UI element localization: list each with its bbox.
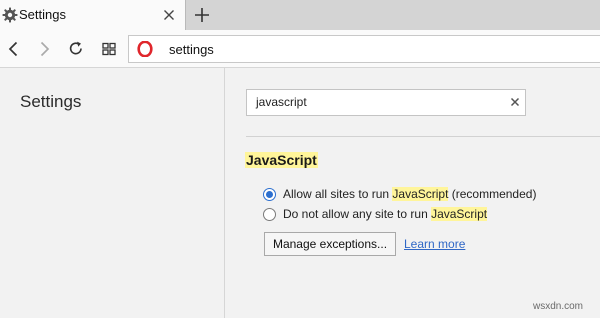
tab-strip: Settings <box>0 0 600 30</box>
close-icon[interactable] <box>160 6 178 24</box>
watermark: wsxdn.com <box>533 301 584 312</box>
toolbar: settings <box>0 30 600 68</box>
new-tab-icon[interactable] <box>192 5 212 25</box>
reload-icon[interactable] <box>66 39 86 59</box>
tab-title: Settings <box>19 7 66 22</box>
address-bar[interactable]: settings <box>128 35 600 63</box>
tab-settings[interactable]: Settings <box>0 0 186 30</box>
section-title: JavaScript <box>245 152 318 168</box>
forward-icon[interactable] <box>34 39 54 59</box>
opera-logo-icon <box>137 41 153 57</box>
gear-icon <box>2 7 18 23</box>
radio-label: Do not allow any site to run JavaScript <box>283 207 488 221</box>
search-highlight: JavaScript <box>431 207 488 221</box>
back-icon[interactable] <box>4 39 24 59</box>
radio-button-checked[interactable] <box>263 187 276 201</box>
sidebar: Settings <box>0 68 225 318</box>
radio-label: Allow all sites to run JavaScript (recom… <box>283 187 537 201</box>
divider <box>246 136 600 137</box>
radio-block-javascript[interactable]: Do not allow any site to run JavaScript <box>263 205 488 223</box>
search-input[interactable]: javascript <box>246 89 526 116</box>
radio-button-unchecked[interactable] <box>263 207 276 221</box>
speed-dial-icon[interactable] <box>99 39 119 59</box>
search-value: javascript <box>256 95 307 109</box>
sidebar-title: Settings <box>20 92 82 111</box>
url-text: settings <box>169 42 214 57</box>
settings-main: javascript JavaScript Allow all sites to… <box>226 68 600 318</box>
clear-search-icon[interactable] <box>509 96 521 108</box>
manage-exceptions-button[interactable]: Manage exceptions... <box>264 232 396 256</box>
radio-allow-javascript[interactable]: Allow all sites to run JavaScript (recom… <box>263 185 536 203</box>
search-highlight: JavaScript <box>392 187 449 201</box>
learn-more-link[interactable]: Learn more <box>404 237 465 251</box>
